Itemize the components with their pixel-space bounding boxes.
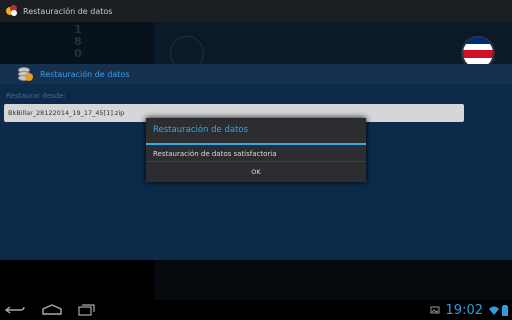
back-icon[interactable]: [4, 304, 28, 316]
action-bar: Restauración de datos: [0, 0, 512, 22]
section-label: Restauración de datos: [40, 69, 130, 79]
system-navbar: 19:02: [0, 300, 512, 320]
gallery-icon: [430, 306, 440, 314]
database-restore-icon: [18, 67, 33, 81]
recent-apps-icon[interactable]: [74, 304, 98, 316]
restore-dialog: Restauración de datos Restauración de da…: [146, 118, 366, 182]
ok-button[interactable]: OK: [146, 162, 366, 182]
wifi-icon: [489, 306, 499, 315]
status-area: 19:02: [430, 300, 512, 320]
header-left-panel: 1 8 0: [0, 22, 154, 64]
dialog-title-divider: [146, 143, 366, 145]
bottom-area: [0, 260, 512, 300]
status-clock: 19:02: [445, 302, 483, 318]
header-panel: 1 8 0: [0, 22, 512, 70]
header-digits: 1 8 0: [74, 23, 82, 60]
restore-from-label: Restaurar desde:: [6, 92, 66, 100]
section-header: Restauración de datos: [0, 64, 512, 84]
dialog-title: Restauración de datos: [153, 125, 249, 135]
app-logo-icon: [6, 5, 18, 17]
battery-icon: [502, 304, 508, 316]
app-title: Restauración de datos: [23, 6, 113, 16]
bottom-right-panel: [154, 260, 512, 300]
dialog-message: Restauración de datos satisfactoria: [153, 150, 277, 158]
home-icon[interactable]: [40, 304, 64, 316]
file-name-value: BkBillar_28122014_19_17_45[1].zip: [8, 109, 125, 117]
